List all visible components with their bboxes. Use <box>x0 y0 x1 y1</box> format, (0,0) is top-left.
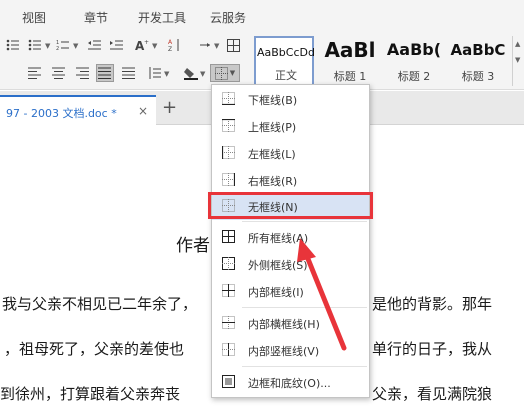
chevron-down-icon[interactable]: ▼ <box>164 70 169 78</box>
inside-horizontal-border-icon <box>222 316 235 329</box>
menu-item-bottom-border[interactable]: 下框线(B) <box>212 86 369 113</box>
annotation-highlight-box <box>208 192 373 219</box>
menu-tab-developer[interactable]: 开发工具 <box>138 9 186 26</box>
styles-scroll[interactable]: ▲ ▼ <box>512 36 524 86</box>
document-line: 是他的背影。那年 <box>372 295 493 313</box>
menu-tab-view[interactable]: 视图 <box>22 9 46 26</box>
chevron-down-icon[interactable]: ▼ <box>200 70 205 78</box>
menu-bar: 视图 章节 开发工具 云服务 <box>0 0 524 34</box>
align-left-button[interactable] <box>26 64 44 82</box>
chevron-down-icon[interactable]: ▼ <box>45 42 50 50</box>
svg-text:2: 2 <box>56 46 59 51</box>
close-icon[interactable]: × <box>138 104 148 118</box>
border-left-icon <box>222 146 235 159</box>
sort-icon[interactable]: AZ <box>166 36 184 54</box>
all-borders-icon <box>222 230 235 243</box>
document-tab[interactable]: 97 - 2003 文档.doc * × <box>0 95 156 125</box>
document-author-line: 作者 <box>176 236 210 256</box>
increase-indent-icon[interactable] <box>108 36 126 54</box>
document-line: 我与父亲不相见已二年余了， <box>2 295 198 313</box>
document-line: ，祖母死了，父亲的差使也 <box>4 340 185 358</box>
document-tab-label: 97 - 2003 文档.doc * <box>6 107 117 120</box>
chevron-down-icon[interactable]: ▼ <box>515 56 520 64</box>
outside-borders-icon <box>222 257 235 270</box>
menu-item-outside-borders[interactable]: 外侧框线(S) <box>212 251 369 278</box>
menu-item-right-border[interactable]: 右框线(R) <box>212 167 369 194</box>
chevron-up-icon[interactable]: ▲ <box>515 40 520 48</box>
svg-text:A: A <box>168 39 173 46</box>
chevron-down-icon[interactable]: ▼ <box>214 42 219 50</box>
border-right-icon <box>222 173 235 186</box>
border-button[interactable]: ▼ <box>210 64 240 82</box>
menu-item-borders-and-shading[interactable]: 边框和底纹(O)... <box>212 369 369 396</box>
menu-item-left-border[interactable]: 左框线(L) <box>212 140 369 167</box>
table-grid-icon[interactable] <box>224 36 242 54</box>
chevron-down-icon[interactable]: ▼ <box>73 42 78 50</box>
style-heading-3[interactable]: AaBbC 标题 3 <box>448 36 508 86</box>
align-right-button[interactable] <box>74 64 92 82</box>
menu-separator <box>242 366 367 367</box>
border-top-icon <box>222 119 235 132</box>
border-bottom-icon <box>222 92 235 105</box>
menu-separator <box>242 221 367 222</box>
menu-item-inside-borders[interactable]: 内部框线(I) <box>212 278 369 305</box>
document-line: 单行的日子，我从 <box>372 340 493 358</box>
align-center-button[interactable] <box>50 64 68 82</box>
menu-tab-chapter[interactable]: 章节 <box>84 9 108 26</box>
line-spacing-icon[interactable] <box>146 64 164 82</box>
inside-borders-icon <box>222 284 235 297</box>
shading-fill-icon[interactable] <box>182 64 200 82</box>
show-marks-icon[interactable] <box>196 36 214 54</box>
border-dropdown-menu: 下框线(B) 上框线(P) 左框线(L) 右框线(R) 无框线(N) 所有框线(… <box>211 84 370 398</box>
chevron-down-icon[interactable]: ▼ <box>152 42 157 50</box>
style-normal[interactable]: AaBbCcDd 正文 <box>254 36 315 86</box>
new-tab-button[interactable]: + <box>162 97 177 118</box>
document-line: 父亲，看见满院狼 <box>372 385 493 403</box>
menu-item-all-borders[interactable]: 所有框线(A) <box>212 224 369 251</box>
ribbon-toolbar: ▼ 12 ▼ A + ▼ AZ ▼ ▼ ▼ ▼ AaBbCcDd 正文 AaBl… <box>0 34 524 90</box>
inside-vertical-border-icon <box>222 343 235 356</box>
style-heading-1[interactable]: AaBl 标题 1 <box>320 36 380 86</box>
numbered-list-button[interactable]: 12 <box>54 36 72 54</box>
menu-item-top-border[interactable]: 上框线(P) <box>212 113 369 140</box>
style-heading-2[interactable]: AaBb( 标题 2 <box>384 36 444 86</box>
menu-tab-cloud[interactable]: 云服务 <box>210 9 246 26</box>
menu-item-inside-vertical-border[interactable]: 内部竖框线(V) <box>212 337 369 364</box>
svg-text:+: + <box>144 39 149 46</box>
bullet-list-button[interactable] <box>26 36 44 54</box>
svg-text:Z: Z <box>168 46 172 52</box>
decrease-indent-icon[interactable] <box>86 36 104 54</box>
document-line: 到徐州，打算跟着父亲奔丧 <box>0 385 181 403</box>
borders-shading-icon <box>222 375 235 388</box>
font-size-icon[interactable]: A + <box>134 36 152 54</box>
menu-item-inside-horizontal-border[interactable]: 内部横框线(H) <box>212 310 369 337</box>
bullet-list-icon[interactable] <box>4 36 22 54</box>
justify-button[interactable] <box>96 64 114 82</box>
distributed-align-button[interactable] <box>120 64 138 82</box>
menu-separator <box>242 307 367 308</box>
